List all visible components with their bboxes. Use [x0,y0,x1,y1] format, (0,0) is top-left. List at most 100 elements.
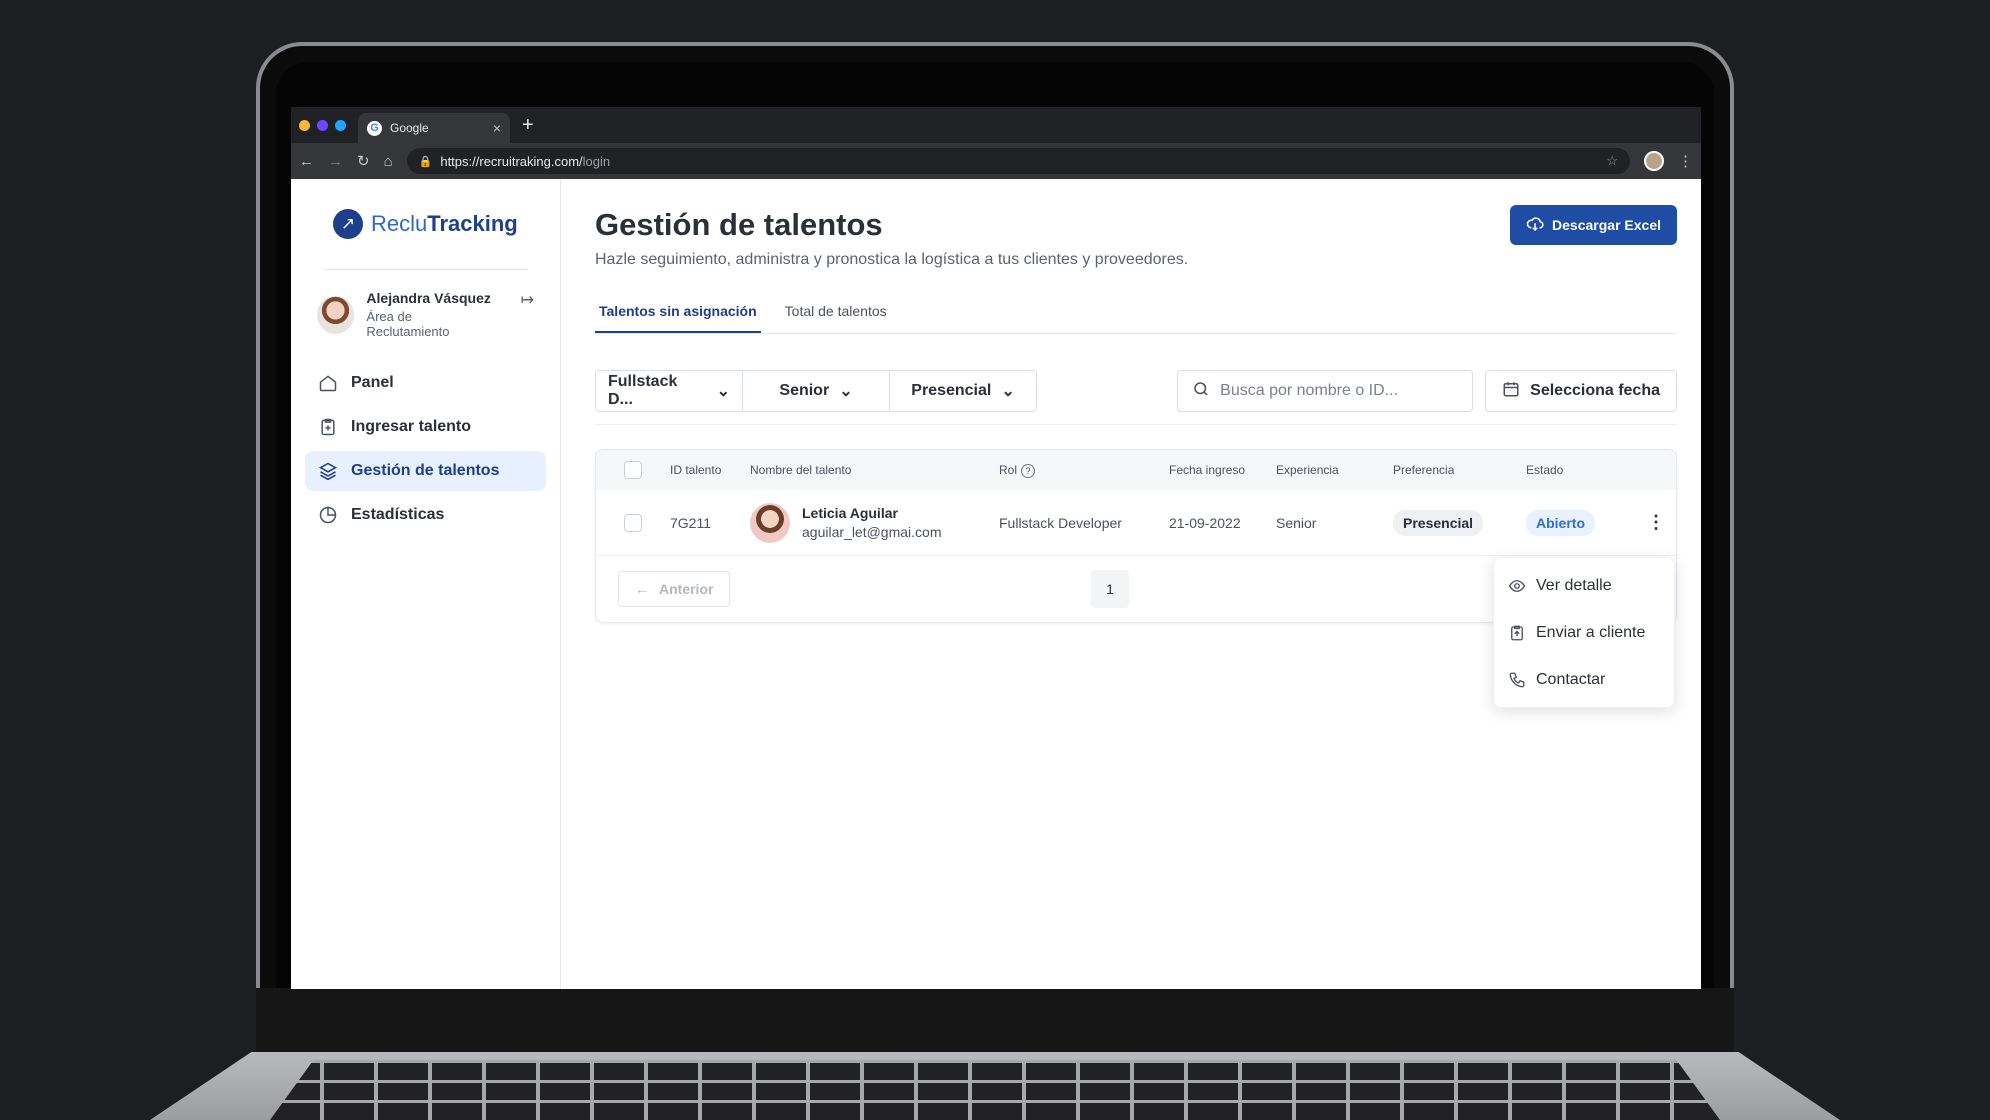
role-filter-value: Fullstack D... [608,373,678,408]
arrow-left-icon: ← [635,581,649,597]
sidebar-item-gestion-talentos[interactable]: Gestión de talentos [305,451,546,491]
url-path: login [582,153,611,169]
column-header-fecha: Fecha ingreso [1169,463,1246,477]
sidebar-item-label: Ingresar talento [351,418,472,435]
reload-icon[interactable]: ↻ [357,152,370,170]
eye-icon [1508,577,1526,595]
laptop-keys [270,1060,1720,1120]
sidebar-nav: Panel Ingresar talento Gestión de talent… [305,363,546,535]
search-box [1177,370,1474,412]
help-icon[interactable]: ? [1021,463,1036,478]
experience-filter-value: Senior [779,382,830,399]
talent-experience: Senior [1276,514,1317,531]
menu-item-label: Contactar [1536,670,1606,688]
browser-tab-title: Google [390,121,429,135]
sidebar-item-label: Gestión de talentos [351,462,500,479]
select-all-checkbox[interactable] [624,461,642,479]
user-profile: Alejandra Vásquez Área de Reclutamiento … [305,290,546,339]
talent-id: 7G211 [670,514,711,531]
clipboard-send-icon [1508,624,1526,642]
sidebar: ↗ RecluTracking Alejandra Vásquez Área d… [291,179,561,989]
column-header-id: ID talento [670,463,722,477]
profile-avatar[interactable] [1644,151,1664,171]
arrow-up-right-icon: ↗ [333,209,363,239]
url-base: https://recruitraking.com/ [440,153,583,169]
search-icon [1192,380,1210,403]
window-dot-1[interactable] [299,119,310,131]
talent-email: aguilar_let@gmai.com [802,524,942,540]
star-icon[interactable]: ☆ [1606,153,1618,169]
preference-filter-value: Presencial [911,382,992,399]
chevron-down-icon: ⌄ [716,383,730,400]
avatar [317,295,355,334]
filters: Fullstack D... ⌄ Senior ⌄ Presencial ⌄ B… [595,370,1677,412]
talent-name: Leticia Aguilar [802,505,898,521]
window-dot-2[interactable] [317,119,328,131]
column-header-nombre: Nombre del talento [750,463,852,477]
role-filter[interactable]: Fullstack D... ⌄ [595,370,743,412]
tab-total-talentos[interactable]: Total de talentos [781,303,891,333]
browser-tab[interactable]: G Google × [358,113,510,143]
row-checkbox[interactable] [624,513,642,532]
previous-page-button[interactable]: ← Anterior [618,571,731,607]
date-picker-label: Selecciona fecha [1530,382,1660,399]
column-header-experiencia: Experiencia [1276,463,1339,477]
home-browser-icon[interactable]: ⌂ [384,153,393,170]
column-header-rol: Rol [999,462,1018,477]
back-icon[interactable]: ← [299,153,314,170]
logo-text-bold: Tracking [427,211,518,236]
more-vert-icon[interactable]: ⋮ [1678,152,1693,170]
talent-cell: Leticia Aguilar aguilar_let@gmai.com [750,502,999,543]
layers-icon [317,460,339,482]
tabs: Talentos sin asignación Total de talento… [595,303,1677,334]
sidebar-item-estadisticas[interactable]: Estadísticas [305,495,546,535]
tab-talentos-sin-asignacion[interactable]: Talentos sin asignación [595,303,761,333]
logout-icon[interactable]: ↦ [521,290,534,310]
user-name: Alejandra Vásquez [366,290,491,306]
browser-toolbar: ← → ↻ ⌂ 🔒 https://recruitraking.com/logi… [291,143,1701,179]
home-icon [317,372,339,394]
download-excel-label: Descargar Excel [1552,217,1661,233]
close-icon[interactable]: × [493,120,501,136]
menu-item-enviar-cliente[interactable]: Enviar a cliente [1494,609,1674,656]
screen: G Google × + ← → ↻ ⌂ 🔒 https://recruitra… [291,107,1701,989]
row-actions-menu: Ver detalle Enviar a cliente Contactar [1493,557,1675,708]
page-number[interactable]: 1 [1091,570,1129,608]
preference-filter[interactable]: Presencial ⌄ [889,370,1037,412]
forward-icon[interactable]: → [328,153,343,170]
menu-item-ver-detalle[interactable]: Ver detalle [1494,562,1674,609]
browser-tabbar: G Google × + [291,107,1701,143]
lock-icon: 🔒 [418,155,433,168]
menu-item-label: Ver detalle [1536,576,1612,594]
filters-divider [595,424,1677,425]
preference-badge: Presencial [1393,509,1484,536]
previous-page-label: Anterior [659,581,714,597]
date-picker-button[interactable]: Selecciona fecha [1485,370,1677,412]
column-header-preferencia: Preferencia [1393,463,1455,477]
window-controls [299,119,346,131]
experience-filter[interactable]: Senior ⌄ [742,370,890,412]
clipboard-plus-icon [317,416,339,438]
sidebar-item-panel[interactable]: Panel [305,363,546,403]
table-row[interactable]: 7G211 Leticia Aguilar aguilar_let@gmai.c… [596,490,1676,556]
phone-icon [1508,671,1526,689]
window-dot-3[interactable] [335,119,346,131]
sidebar-item-ingresar-talento[interactable]: Ingresar talento [305,407,546,447]
pie-chart-icon [317,504,339,526]
address-bar[interactable]: 🔒 https://recruitraking.com/login ☆ [406,148,1630,174]
search-input[interactable] [1220,382,1451,400]
laptop-bezel [256,988,1734,1052]
table-header: ID talento Nombre del talento Rol? Fecha… [596,450,1676,490]
avatar [750,502,790,543]
calendar-icon [1502,380,1520,403]
download-excel-button[interactable]: Descargar Excel [1510,205,1677,245]
menu-item-contactar[interactable]: Contactar [1494,656,1674,703]
column-header-estado: Estado [1526,463,1564,477]
more-vert-icon[interactable]: ⋮ [1636,512,1676,533]
app: ↗ RecluTracking Alejandra Vásquez Área d… [291,179,1701,989]
new-tab-icon[interactable]: + [522,114,534,137]
logo[interactable]: ↗ RecluTracking [333,209,546,239]
sidebar-item-label: Panel [351,374,394,391]
sidebar-divider [323,269,528,270]
google-icon: G [367,120,382,136]
